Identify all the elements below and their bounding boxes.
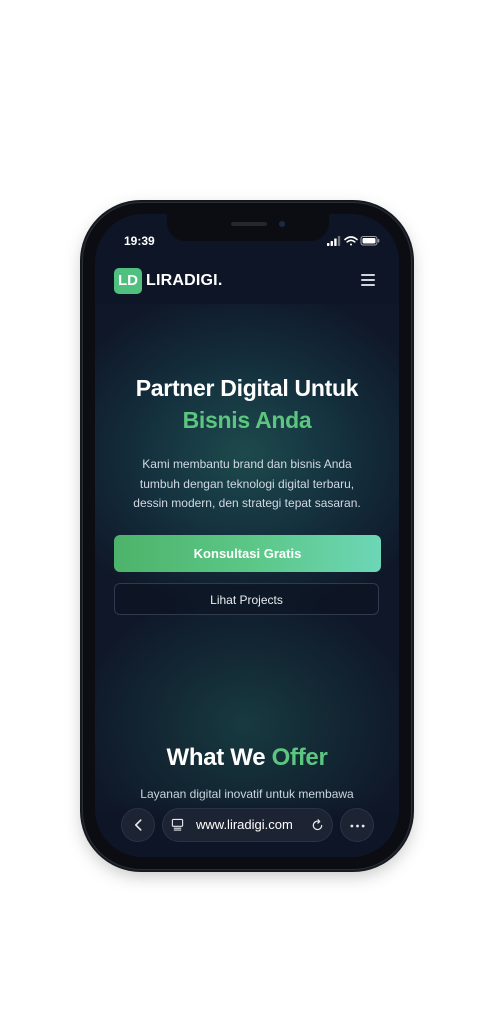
hero-description-line: tumbuh dengan teknologi digital terbaru, bbox=[139, 476, 355, 491]
offer-title: What We Offer bbox=[95, 744, 399, 772]
logo-mark[interactable]: LD bbox=[114, 268, 142, 294]
reader-icon[interactable] bbox=[171, 818, 184, 831]
phone-speaker bbox=[231, 222, 267, 226]
view-projects-button[interactable]: Lihat Projects bbox=[114, 583, 379, 615]
menu-icon[interactable] bbox=[361, 274, 375, 286]
status-icons bbox=[327, 236, 380, 246]
reload-icon[interactable] bbox=[311, 818, 324, 832]
back-button[interactable] bbox=[121, 808, 155, 842]
hero-description-line: Kami membantu brand dan bisnis Anda bbox=[142, 457, 352, 471]
offer-title-main: What We bbox=[166, 744, 266, 771]
consultation-button[interactable]: Konsultasi Gratis bbox=[114, 535, 381, 572]
battery-icon bbox=[360, 236, 380, 246]
hero-description-line: dessin modern, den strategi tepat sasara… bbox=[133, 496, 361, 510]
more-icon bbox=[350, 824, 365, 828]
status-time: 19:39 bbox=[124, 234, 155, 248]
phone-notch bbox=[167, 214, 329, 241]
hero-title: Partner Digital Untuk bbox=[135, 375, 359, 401]
canvas: 19:39 LD LIRADIGI. Partner Digital Untuk… bbox=[0, 0, 490, 1024]
back-chevron-icon bbox=[134, 819, 142, 831]
hero-description: Kami membantu brand dan bisnis Anda tumb… bbox=[120, 455, 374, 514]
address-bar-url[interactable]: www.liradigi.com bbox=[196, 817, 293, 832]
signal-icon bbox=[327, 236, 341, 246]
logo-text[interactable]: LIRADIGI. bbox=[146, 272, 222, 290]
offer-title-accent: Offer bbox=[271, 744, 328, 771]
wifi-icon bbox=[344, 236, 358, 246]
more-button[interactable] bbox=[340, 808, 374, 842]
phone-camera bbox=[279, 221, 285, 227]
hero-title-accent: Bisnis Anda bbox=[182, 407, 312, 433]
